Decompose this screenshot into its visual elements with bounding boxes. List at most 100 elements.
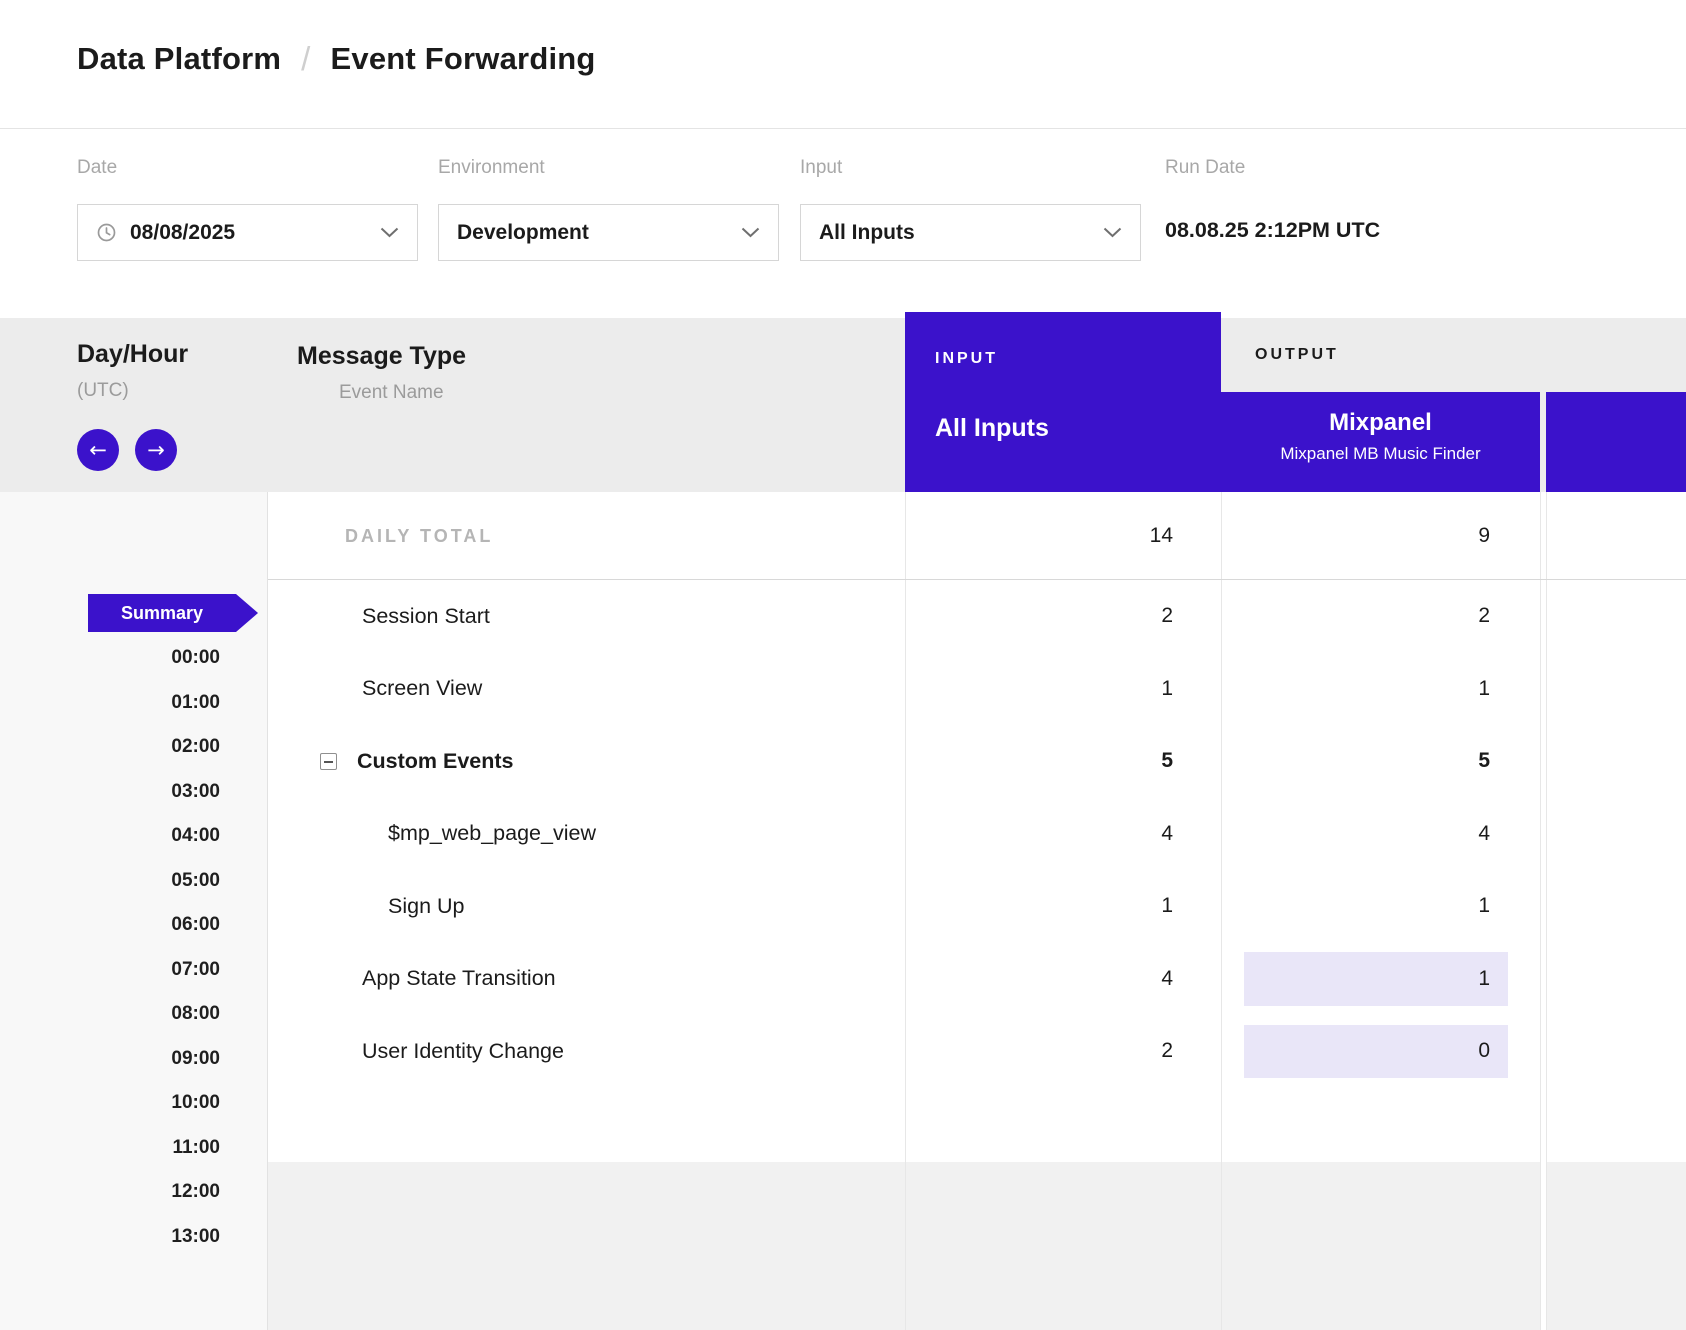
input-count: 1 [905, 653, 1221, 726]
breadcrumb-current: Event Forwarding [331, 41, 596, 77]
event-name-cell: User Identity Change [362, 1015, 564, 1088]
daily-total-input-count: 14 [905, 492, 1221, 579]
output-column-header: Mixpanel Mixpanel MB Music Finder [1221, 392, 1540, 492]
message-type-title: Message Type [297, 342, 466, 371]
input-count: 1 [905, 870, 1221, 943]
next-day-button[interactable]: → [135, 429, 177, 471]
input-value: All Inputs [819, 221, 915, 245]
input-count: 5 [905, 725, 1221, 798]
event-name-cell: Sign Up [388, 870, 465, 943]
hour-row-label[interactable]: 06:00 [0, 903, 220, 948]
event-row: Sign Up 11 [268, 870, 1686, 943]
event-row: Custom Events 55 [268, 725, 1686, 798]
hour-row-label[interactable]: 12:00 [0, 1170, 220, 1215]
output-count: 1 [1221, 870, 1540, 943]
empty-rows-area [1546, 1162, 1686, 1330]
output-section-label: OUTPUT [1255, 346, 1339, 364]
output-count: 0 [1244, 1025, 1508, 1079]
hour-row-label[interactable]: 05:00 [0, 859, 220, 904]
event-name: Screen View [362, 676, 482, 701]
input-filter-label: Input [800, 157, 842, 179]
input-column-header: INPUT All Inputs [905, 312, 1221, 492]
collapse-toggle-icon[interactable] [320, 753, 337, 770]
grid-header: Day/Hour (UTC) ← → Message Type Event Na… [0, 318, 1686, 492]
hour-row-label[interactable]: 00:00 [0, 636, 220, 681]
date-filter-label: Date [77, 157, 117, 179]
input-dropdown[interactable]: All Inputs [800, 204, 1141, 261]
next-output-column-header [1546, 392, 1686, 492]
clock-icon [96, 222, 117, 243]
topbar: Data Platform / Event Forwarding [0, 0, 1686, 129]
arrow-left-icon: ← [89, 438, 107, 462]
output-column-subtitle: Mixpanel MB Music Finder [1221, 444, 1540, 464]
run-date-value: 08.08.25 2:12PM UTC [1165, 218, 1380, 243]
hour-row-label[interactable]: 02:00 [0, 725, 220, 770]
hours-list: 00:0001:0002:0003:0004:0005:0006:0007:00… [0, 636, 220, 1259]
summary-tab[interactable]: Summary [88, 594, 258, 632]
event-rows: Session Start22Screen View11Custom Event… [268, 580, 1686, 1088]
event-forwarding-page: Data Platform / Event Forwarding Date En… [0, 0, 1686, 1330]
event-row: Screen View 11 [268, 653, 1686, 726]
previous-day-button[interactable]: ← [77, 429, 119, 471]
empty-rows-area [268, 1162, 1540, 1330]
hour-row-label[interactable]: 04:00 [0, 814, 220, 859]
output-count: 1 [1244, 952, 1508, 1006]
event-name-cell: Screen View [362, 653, 482, 726]
event-name-cell: App State Transition [362, 943, 556, 1016]
event-name-cell: Custom Events [320, 725, 514, 798]
daily-total-row: DAILY TOTAL 14 9 [268, 492, 1686, 580]
event-name: Custom Events [357, 749, 514, 774]
hour-row-label[interactable]: 10:00 [0, 1081, 220, 1126]
breadcrumb-parent[interactable]: Data Platform [77, 41, 281, 77]
input-count: 4 [905, 798, 1221, 871]
hour-row-label[interactable]: 07:00 [0, 948, 220, 993]
daily-total-label: DAILY TOTAL [345, 526, 493, 547]
event-row: App State Transition 41 [268, 943, 1686, 1016]
daily-total-output-count: 9 [1221, 492, 1540, 579]
breadcrumb: Data Platform / Event Forwarding [77, 40, 596, 78]
event-name-cell: Session Start [362, 580, 490, 653]
day-hour-column: Summary 00:0001:0002:0003:0004:0005:0006… [0, 492, 268, 1330]
arrow-right-icon: → [147, 438, 165, 462]
event-name: User Identity Change [362, 1039, 564, 1064]
day-hour-subtitle: (UTC) [77, 380, 129, 402]
hour-row-label[interactable]: 08:00 [0, 992, 220, 1037]
output-count: 5 [1221, 725, 1540, 798]
output-count: 1 [1221, 653, 1540, 726]
environment-value: Development [457, 221, 589, 245]
day-hour-title: Day/Hour [77, 340, 188, 369]
event-name: $mp_web_page_view [388, 821, 596, 846]
hour-row-label[interactable]: 13:00 [0, 1215, 220, 1260]
hour-row-label[interactable]: 03:00 [0, 770, 220, 815]
event-name-subtitle: Event Name [339, 382, 444, 404]
grid-body: Summary 00:0001:0002:0003:0004:0005:0006… [0, 492, 1686, 1330]
date-value: 08/08/2025 [130, 221, 235, 245]
input-count: 4 [905, 943, 1221, 1016]
chevron-down-icon [741, 227, 760, 238]
output-count: 4 [1221, 798, 1540, 871]
hour-row-label[interactable]: 01:00 [0, 681, 220, 726]
input-column-title: All Inputs [935, 414, 1049, 443]
event-name: Sign Up [388, 894, 465, 919]
input-count: 2 [905, 1015, 1221, 1088]
event-row: $mp_web_page_view 44 [268, 798, 1686, 871]
environment-dropdown[interactable]: Development [438, 204, 779, 261]
run-date-label: Run Date [1165, 157, 1245, 179]
breadcrumb-separator: / [301, 40, 310, 78]
event-name: Session Start [362, 604, 490, 629]
event-row: Session Start 22 [268, 580, 1686, 653]
event-name-cell: $mp_web_page_view [388, 798, 596, 871]
filter-bar: Date Environment Input Run Date 08/08/20… [0, 130, 1686, 318]
input-count: 2 [905, 580, 1221, 653]
hour-row-label[interactable]: 11:00 [0, 1126, 220, 1171]
output-column-title: Mixpanel [1221, 409, 1540, 437]
environment-filter-label: Environment [438, 157, 545, 179]
event-row: User Identity Change 20 [268, 1015, 1686, 1088]
input-section-label: INPUT [935, 350, 998, 368]
date-dropdown[interactable]: 08/08/2025 [77, 204, 418, 261]
event-name: App State Transition [362, 966, 556, 991]
chevron-down-icon [1103, 227, 1122, 238]
hour-row-label[interactable]: 09:00 [0, 1037, 220, 1082]
output-count: 2 [1221, 580, 1540, 653]
chevron-down-icon [380, 227, 399, 238]
